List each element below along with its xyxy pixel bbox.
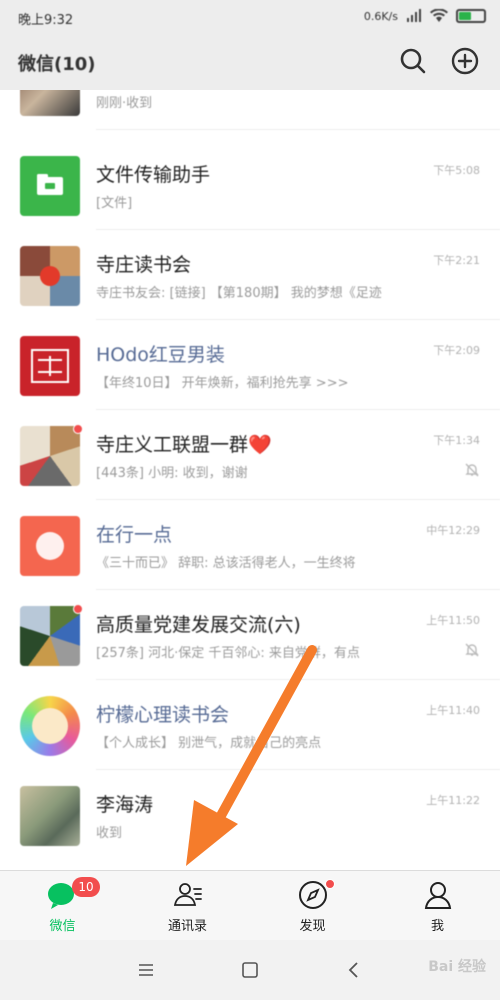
chat-item[interactable]: 文件传输助手 [文件] 下午5:08 xyxy=(0,140,500,230)
status-icons: 0.6K/s xyxy=(364,9,486,23)
chat-time: 上午11:22 xyxy=(426,794,480,807)
chat-preview: [文件] xyxy=(96,196,133,211)
avatar xyxy=(20,246,80,306)
avatar xyxy=(20,156,80,216)
chat-preview: 《三十而已》 辞职: 总该活得老人，一生终将 xyxy=(96,556,356,571)
chat-item[interactable]: 高质量党建发展交流(六) [257条] 河北·保定 千百邻心: 来自党群，有点 … xyxy=(0,590,500,680)
chat-time: 下午2:09 xyxy=(433,344,480,357)
chat-name: 在行一点 xyxy=(96,524,173,546)
chat-time: 下午2:21 xyxy=(433,254,480,267)
tab-label: 微信 xyxy=(49,919,76,934)
back-chevron-icon[interactable] xyxy=(342,958,366,982)
battery-icon xyxy=(456,9,486,23)
app-header: 微信(10) xyxy=(0,34,500,90)
chat-preview: 收到 xyxy=(96,826,123,841)
mute-bell-icon xyxy=(465,643,479,657)
tab-me[interactable]: 我 xyxy=(375,871,500,941)
menu-icon[interactable] xyxy=(134,958,158,982)
tab-label: 通讯录 xyxy=(167,919,207,934)
divider xyxy=(96,129,500,130)
chat-list[interactable]: 刚刚·收到 文件传输助手 [文件] 下午5:08 寺庄读书会 寺庄书友会: [链… xyxy=(0,90,500,870)
chat-name: HOdo红豆男装 xyxy=(96,344,225,366)
chat-name: 高质量党建发展交流(六) xyxy=(96,614,301,636)
network-speed: 0.6K/s xyxy=(363,9,398,23)
chat-preview: [443条] 小明: 收到，谢谢 xyxy=(96,466,248,481)
chat-time: 上午11:50 xyxy=(426,614,480,627)
tab-label: 发现 xyxy=(299,919,326,934)
avatar xyxy=(20,516,80,576)
page-title: 微信(10) xyxy=(18,54,96,75)
chat-preview: 寺庄书友会: [链接] 【第180期】 我的梦想《足迹 xyxy=(96,286,382,301)
chat-preview: [257条] 河北·保定 千百邻心: 来自党群，有点 xyxy=(96,646,360,661)
brand-logo-icon xyxy=(31,349,69,383)
avatar xyxy=(20,786,80,846)
add-button[interactable] xyxy=(450,46,480,76)
tab-label: 我 xyxy=(430,919,444,934)
search-button[interactable] xyxy=(398,46,428,76)
tab-discover[interactable]: 发现 xyxy=(250,871,375,941)
status-bar: 晚上9:32 0.6K/s xyxy=(0,0,500,34)
chat-name: 文件传输助手 xyxy=(96,164,211,186)
search-icon xyxy=(400,48,426,74)
system-nav-bar: Bai 经验 xyxy=(0,940,500,1000)
tab-bar: 10 微信 通讯录 发现 我 xyxy=(0,870,500,940)
avatar xyxy=(20,606,80,666)
plus-circle-icon xyxy=(451,47,479,75)
chat-name: 柠檬心理读书会 xyxy=(96,704,230,726)
avatar xyxy=(20,336,80,396)
chat-name: 李海涛 xyxy=(96,794,154,816)
signal-icon xyxy=(407,9,421,22)
chat-item[interactable]: HOdo红豆男装 【年终10日】 开年焕新，福利抢先享 >>> 下午2:09 xyxy=(0,320,500,410)
chat-item[interactable]: 刚刚·收到 xyxy=(0,90,500,130)
chat-name: 寺庄义工联盟一群❤️ xyxy=(96,434,272,456)
status-time: 晚上9:32 xyxy=(18,13,74,28)
chat-item[interactable]: 李海涛 收到 上午11:22 xyxy=(0,770,500,860)
unread-dot xyxy=(73,604,83,614)
chat-item[interactable]: 寺庄义工联盟一群❤️ [443条] 小明: 收到，谢谢 下午1:34 xyxy=(0,410,500,500)
chat-name: 寺庄读书会 xyxy=(96,254,192,276)
chat-preview: 【年终10日】 开年焕新，福利抢先享 >>> xyxy=(96,376,349,391)
avatar xyxy=(20,90,80,116)
tab-contacts[interactable]: 通讯录 xyxy=(125,871,250,941)
discover-dot xyxy=(325,879,335,889)
unread-dot xyxy=(73,424,83,434)
wifi-icon xyxy=(430,9,448,22)
chat-item[interactable]: 在行一点 《三十而已》 辞职: 总该活得老人，一生终将 中午12:29 xyxy=(0,500,500,590)
chat-time: 下午5:08 xyxy=(433,164,480,177)
chat-time: 中午12:29 xyxy=(426,524,480,537)
avatar xyxy=(20,696,80,756)
mute-bell-icon xyxy=(465,463,479,477)
chat-time: 下午1:34 xyxy=(433,434,480,447)
home-square-icon[interactable] xyxy=(238,958,262,982)
chat-item[interactable]: 柠檬心理读书会 【个人成长】 别泄气，成就自己的亮点 上午11:40 xyxy=(0,680,500,770)
folder-icon xyxy=(37,174,63,195)
chat-time: 上午11:40 xyxy=(426,704,480,717)
watermark: Bai 经验 xyxy=(428,959,486,975)
chat-preview: 刚刚·收到 xyxy=(96,96,153,111)
chat-preview: 【个人成长】 别泄气，成就自己的亮点 xyxy=(96,736,322,751)
chat-item[interactable]: 寺庄读书会 寺庄书友会: [链接] 【第180期】 我的梦想《足迹 下午2:21 xyxy=(0,230,500,320)
avatar xyxy=(20,426,80,486)
person-icon xyxy=(424,882,452,909)
tab-chats[interactable]: 10 微信 xyxy=(0,871,125,941)
unread-badge: 10 xyxy=(72,877,100,897)
contacts-icon xyxy=(173,883,202,906)
